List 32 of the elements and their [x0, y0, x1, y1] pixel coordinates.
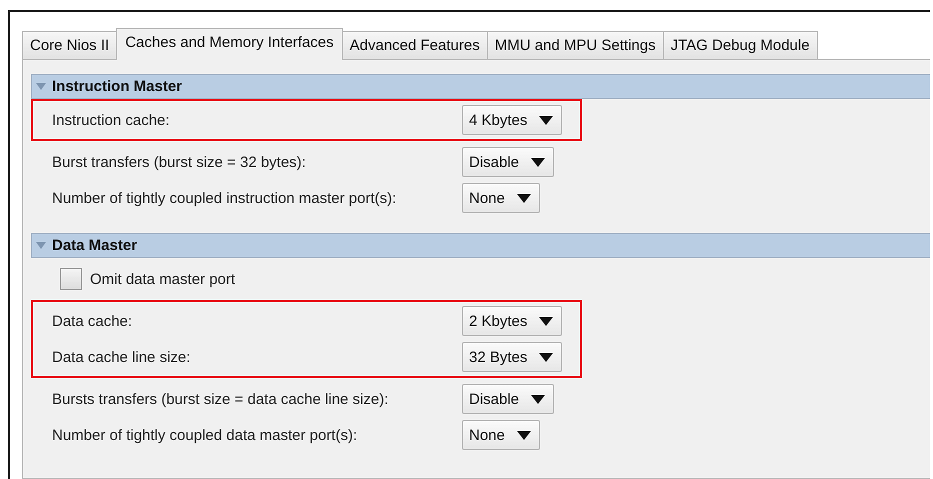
- field-label: Number of tightly coupled instruction master port(s):: [52, 190, 398, 206]
- caret-icon: [531, 394, 546, 404]
- tab[interactable]: JTAG Debug Module: [662, 31, 818, 60]
- section-title: Data Master: [52, 237, 138, 254]
- field-label: Burst transfers (burst size = 32 bytes):: [52, 154, 307, 170]
- tab[interactable]: Core Nios II: [22, 31, 118, 60]
- section-header[interactable]: Data Master: [31, 233, 930, 258]
- caret-icon: [531, 158, 546, 166]
- checkbox-label: Omit data master port: [90, 270, 236, 288]
- tab[interactable]: Caches and Memory Interfaces: [116, 28, 343, 60]
- caret-icon: [539, 316, 554, 326]
- section-header[interactable]: Instruction Master: [31, 74, 930, 99]
- field-label: Bursts transfers (burst size = data cache line size):: [52, 390, 390, 408]
- tab[interactable]: MMU and MPU Settings: [486, 31, 664, 60]
- dropdown[interactable]: Disable: [462, 147, 554, 177]
- caret-icon: [516, 194, 531, 202]
- tab[interactable]: Advanced Features: [342, 31, 488, 60]
- dropdown[interactable]: None: [462, 420, 540, 450]
- dropdown[interactable]: 2 Kbytes: [462, 306, 562, 336]
- field-label: Data cache:: [52, 312, 134, 330]
- field-label: Data cache line size:: [52, 348, 192, 366]
- caret-icon: [516, 430, 531, 440]
- dropdown[interactable]: None: [462, 183, 540, 213]
- field-label: Instruction cache:: [52, 112, 171, 128]
- caret-icon: [539, 352, 554, 362]
- dropdown[interactable]: 32 Bytes: [462, 342, 562, 372]
- dropdown[interactable]: Disable: [462, 384, 554, 414]
- dropdown[interactable]: 4 Kbytes: [462, 105, 562, 135]
- checkbox[interactable]: [60, 268, 82, 290]
- caret-icon: [539, 116, 554, 124]
- field-label: Number of tightly coupled data master port(s):: [52, 426, 358, 444]
- section-title: Instruction Master: [52, 78, 182, 95]
